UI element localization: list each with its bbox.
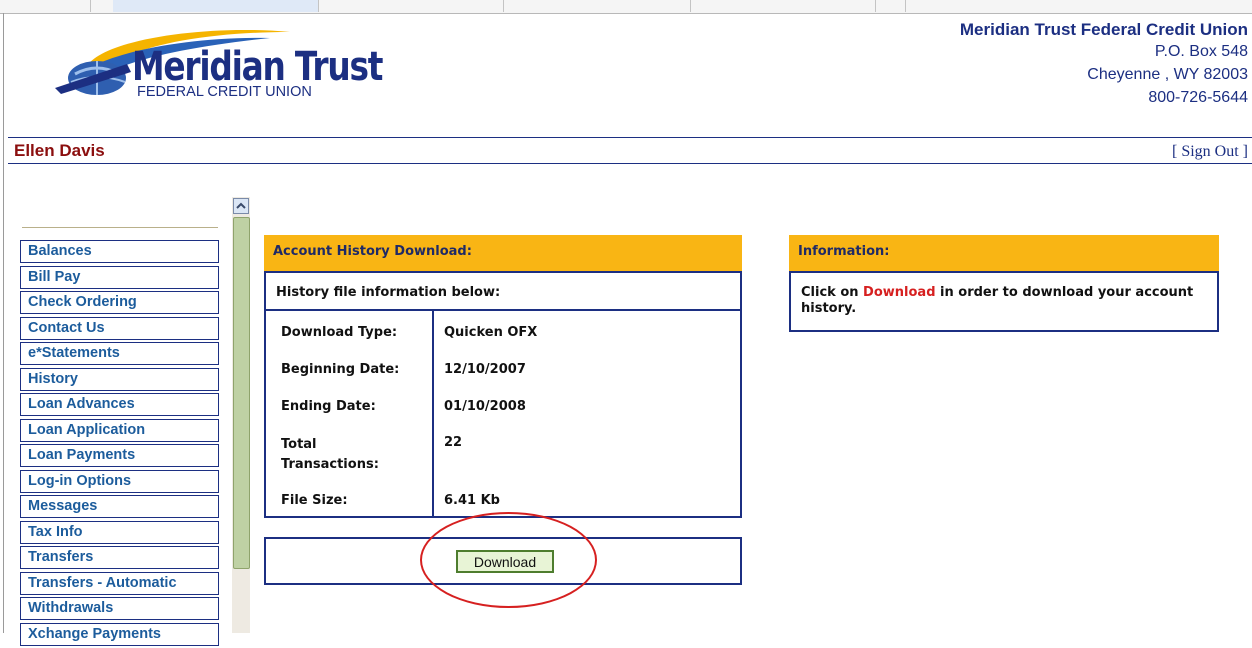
sign-out-link[interactable]: Sign Out [1181, 143, 1238, 160]
sidebar-item-check-ordering[interactable]: Check Ordering [20, 291, 219, 314]
user-bar-divider [8, 163, 1252, 164]
info-download-highlight: Download [863, 285, 936, 300]
address-line-2: Cheyenne , WY 82003 [1087, 66, 1248, 83]
info-panel-title: Information: [789, 235, 1219, 271]
address-line-1: P.O. Box 548 [1154, 43, 1248, 60]
sidebar-item-xchange-payments[interactable]: Xchange Payments [20, 622, 219, 646]
sidebar-item-transfers-automatic[interactable]: Transfers - Automatic [20, 571, 219, 595]
phone-number: 800-726-5644 [1148, 89, 1248, 106]
download-button[interactable]: Download [456, 550, 554, 573]
total-transactions-value: 22 [444, 435, 463, 450]
sidebar-item-history[interactable]: History [20, 367, 219, 391]
scroll-up-arrow-icon[interactable] [233, 198, 249, 214]
sign-out: [ Sign Out ] [1172, 143, 1248, 161]
sidebar-item-e-statements[interactable]: e*Statements [20, 342, 219, 365]
browser-tab[interactable] [90, 0, 114, 12]
frame-border [3, 13, 4, 633]
sidebar-rule [22, 227, 218, 228]
total-transactions-label: Total Transactions: [281, 437, 379, 472]
sidebar-item-balances[interactable]: Balances [20, 240, 219, 263]
sidebar-nav: Balances Bill Pay Check Ordering Contact Us… [20, 240, 219, 648]
beginning-date-value: 12/10/2007 [444, 362, 526, 377]
info-text-start: Click on [801, 285, 864, 300]
browser-tab[interactable] [503, 0, 691, 12]
browser-tab[interactable] [0, 0, 91, 12]
ending-date-label: Ending Date: [281, 399, 376, 414]
sidebar-item-log-in-options[interactable]: Log-in Options [20, 469, 219, 493]
meridian-logo: Meridian Trust FEDERAL CREDIT UNION [55, 22, 385, 104]
sidebar-item-bill-pay[interactable]: Bill Pay [20, 265, 219, 289]
history-panel-title: Account History Download: [264, 235, 742, 271]
bracket-open: [ [1172, 143, 1182, 160]
browser-tab[interactable] [875, 0, 906, 12]
sidebar-item-tax-info[interactable]: Tax Info [20, 520, 219, 544]
sidebar-item-loan-advances[interactable]: Loan Advances [20, 393, 219, 416]
browser-tab[interactable] [690, 0, 876, 12]
file-size-label: File Size: [281, 493, 348, 508]
column-divider [432, 311, 434, 516]
sidebar-item-contact-us[interactable]: Contact Us [20, 316, 219, 340]
download-type-label: Download Type: [281, 325, 398, 340]
history-subtitle: History file information below: [264, 271, 742, 311]
sidebar-item-messages[interactable]: Messages [20, 495, 219, 518]
user-name: Ellen Davis [14, 141, 105, 160]
history-details-table: Download Type: Quicken OFX Beginning Dat… [264, 309, 742, 518]
sidebar-item-loan-payments[interactable]: Loan Payments [20, 444, 219, 467]
download-type-value: Quicken OFX [444, 325, 538, 340]
info-panel-body: Click on Download in order to download y… [789, 271, 1219, 332]
sidebar-item-loan-application[interactable]: Loan Application [20, 418, 219, 442]
file-size-value: 6.41 Kb [444, 493, 500, 508]
header-divider [8, 137, 1252, 138]
institution-name: Meridian Trust Federal Credit Union [959, 20, 1248, 39]
sidebar-item-transfers[interactable]: Transfers [20, 546, 219, 569]
ending-date-value: 01/10/2008 [444, 399, 526, 414]
sidebar-item-withdrawals[interactable]: Withdrawals [20, 597, 219, 620]
logo-subtitle: FEDERAL CREDIT UNION [137, 84, 312, 100]
browser-tab-strip [0, 0, 1252, 14]
scroll-thumb[interactable] [233, 217, 250, 569]
browser-tab[interactable] [113, 0, 319, 12]
sidebar-scrollbar[interactable] [232, 197, 250, 633]
beginning-date-label: Beginning Date: [281, 362, 400, 377]
browser-tab[interactable] [318, 0, 504, 12]
bracket-close: ] [1238, 143, 1248, 160]
